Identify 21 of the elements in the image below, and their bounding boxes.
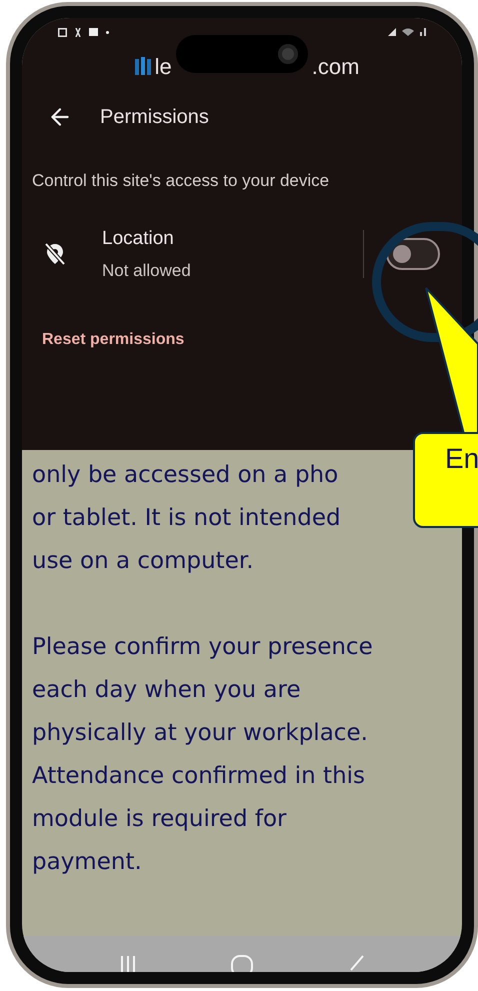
body-paragraph: only be accessed on a pho or tablet. It is not intended use on a computer. — [32, 461, 341, 576]
mute-icon — [388, 28, 396, 36]
wifi-icon — [402, 28, 414, 36]
body-paragraph: Please confirm your presence each day when you are physically at your workplace. Attendance confirmed in this module is required for payment. — [32, 633, 373, 877]
callout-text: En — [445, 443, 478, 474]
site-domain: .com — [312, 52, 360, 80]
dot-icon — [106, 30, 109, 34]
home-icon[interactable] — [230, 954, 254, 972]
site-logo-icon — [134, 57, 151, 75]
recents-icon[interactable] — [118, 954, 137, 972]
site-domain: le — [154, 52, 172, 80]
reset-permissions-button[interactable]: Reset permissions — [32, 324, 194, 356]
subtitle: Control this site's access to your device — [32, 170, 330, 192]
square-icon — [89, 28, 98, 36]
screenshot-icon — [58, 28, 67, 36]
permission-status: Not allowed — [102, 260, 192, 282]
signal-icon — [420, 28, 426, 36]
location-off-icon — [44, 242, 66, 266]
permission-name: Location — [102, 227, 175, 251]
page-title: Permissions — [100, 105, 209, 130]
toggle-switch[interactable] — [386, 238, 440, 270]
